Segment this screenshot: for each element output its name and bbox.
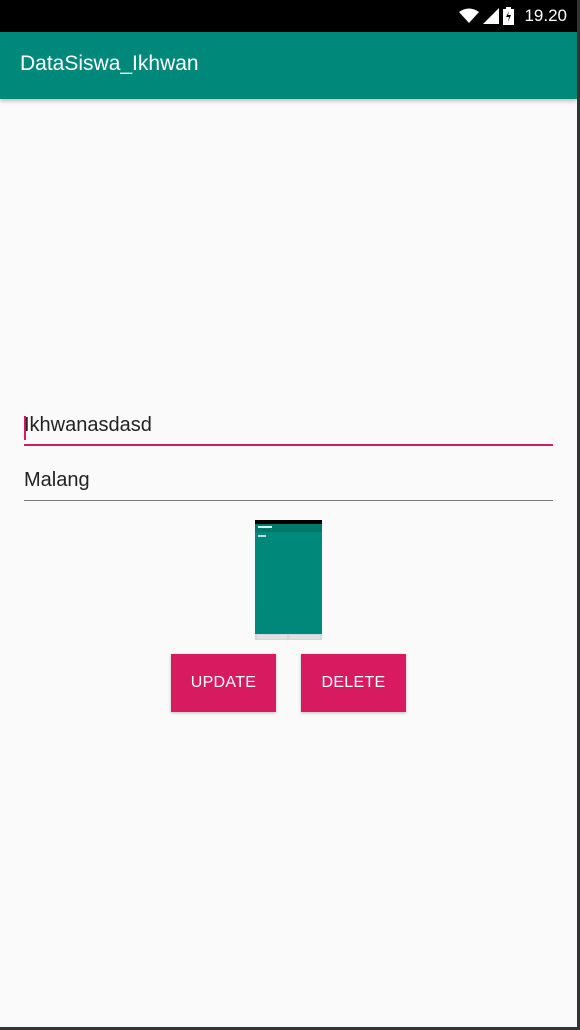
battery-icon <box>503 7 515 25</box>
app-title: DataSiswa_Ikhwan <box>20 52 199 75</box>
city-field[interactable]: Malang <box>24 463 553 501</box>
name-field[interactable]: Ikhwanasdasd <box>24 408 553 446</box>
thumb-button-left <box>257 635 287 639</box>
update-button[interactable]: UPDATE <box>171 654 276 712</box>
thumb-title-line <box>258 526 272 528</box>
status-time: 19.20 <box>524 6 567 25</box>
app-bar: DataSiswa_Ikhwan <box>0 32 577 99</box>
signal-icon <box>483 8 500 24</box>
wifi-icon <box>459 8 480 23</box>
name-field-value: Ikhwanasdasd <box>24 414 152 436</box>
name-field-underline <box>24 444 553 446</box>
screenshot-thumbnail <box>255 520 322 640</box>
thumb-button-right <box>290 635 320 639</box>
status-icons: 19.20 <box>459 6 567 26</box>
delete-button[interactable]: DELETE <box>301 654 406 712</box>
city-field-underline <box>24 500 553 501</box>
thumb-text-line <box>258 535 266 537</box>
status-bar: 19.20 <box>0 0 577 32</box>
city-field-value: Malang <box>24 469 90 491</box>
